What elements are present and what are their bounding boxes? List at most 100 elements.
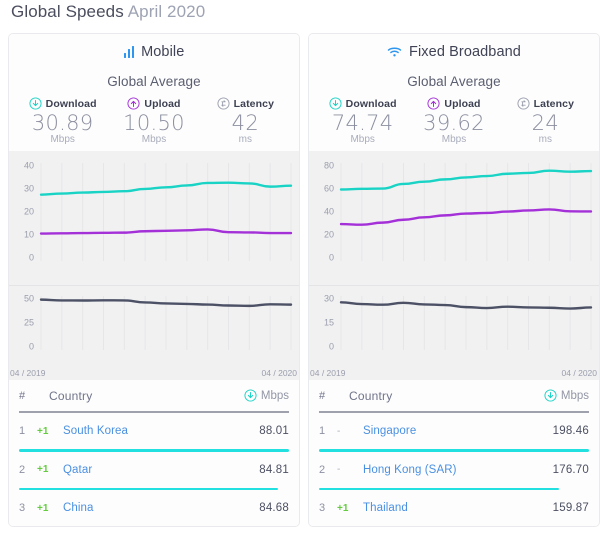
table-row[interactable]: 2-Hong Kong (SAR)176.70 [319, 452, 589, 488]
upload-circle-icon [427, 97, 440, 110]
latency-circle-icon [517, 97, 530, 110]
stat-latency: Latency24ms [500, 97, 591, 145]
row-country-link[interactable]: Qatar [63, 464, 259, 476]
row-rank: 1 [319, 425, 337, 437]
table-row[interactable]: 1-Singapore198.46 [319, 413, 589, 449]
stat-unit: Mbps [17, 134, 108, 145]
table-row[interactable]: 3+1Thailand159.87 [319, 490, 589, 526]
stat-label: Download [46, 98, 97, 110]
download-circle-icon [29, 97, 42, 110]
stat-header: Upload [108, 97, 199, 110]
row-country-link[interactable]: Singapore [363, 425, 553, 437]
upload-circle-icon [127, 97, 140, 110]
svg-text:0: 0 [329, 342, 334, 352]
speed-chart-fixed-broadband: 020406080 [309, 151, 599, 285]
row-speed-value: 159.87 [553, 502, 589, 514]
stat-unit: Mbps [108, 134, 199, 145]
svg-text:04 / 2019: 04 / 2019 [310, 368, 346, 378]
page-title-period: April 2020 [128, 2, 206, 21]
svg-text:10: 10 [24, 230, 34, 240]
row-speed-value: 84.81 [259, 464, 289, 476]
column-header-unit-label: Mbps [261, 390, 289, 402]
download-circle-icon [544, 389, 557, 402]
global-average-title: Global Average [309, 74, 599, 89]
table-header-row: #CountryMbps [319, 380, 589, 413]
row-rank: 2 [319, 464, 337, 476]
stat-value: 42 [200, 111, 291, 135]
panel-mobile: MobileGlobal AverageDownload30.89MbpsUpl… [8, 33, 300, 527]
column-header-unit[interactable]: Mbps [244, 389, 289, 402]
panel-label: Mobile [141, 44, 184, 60]
stat-label: Upload [444, 98, 480, 110]
speed-chart-svg: 020406080 [309, 151, 599, 285]
stat-unit: Mbps [408, 134, 499, 145]
svg-text:30: 30 [24, 184, 34, 194]
stat-header: Download [17, 97, 108, 110]
download-circle-icon [244, 389, 257, 402]
table-header-row: #CountryMbps [19, 380, 289, 413]
stats-row: Download30.89MbpsUpload10.50MbpsLatency4… [9, 97, 299, 151]
stat-unit: ms [200, 134, 291, 145]
row-rank-change: - [337, 426, 363, 437]
stat-download: Download30.89Mbps [17, 97, 108, 145]
row-country-link[interactable]: Thailand [363, 502, 553, 514]
latency-chart-fixed-broadband: 0153004 / 201904 / 2020 [309, 285, 599, 380]
stat-value: 39.62 [408, 111, 499, 135]
row-speed-value: 198.46 [553, 425, 589, 437]
stat-label: Latency [534, 98, 574, 110]
row-country-link[interactable]: South Korea [63, 425, 259, 437]
row-speed-value: 84.68 [259, 502, 289, 514]
row-rank-change: +1 [337, 503, 363, 514]
page-title-main: Global Speeds [11, 2, 124, 21]
row-rank: 3 [319, 502, 337, 514]
panel-fixed-broadband: Fixed BroadbandGlobal AverageDownload74.… [308, 33, 600, 527]
stat-header: Upload [408, 97, 499, 110]
svg-text:04 / 2019: 04 / 2019 [10, 368, 46, 378]
row-country-link[interactable]: Hong Kong (SAR) [363, 464, 553, 476]
bar-chart-icon [124, 46, 135, 58]
ranking-table-mobile: #CountryMbps1+1South Korea88.012+1Qatar8… [9, 380, 299, 526]
stat-latency: Latency42ms [200, 97, 291, 145]
row-rank: 2 [19, 464, 37, 476]
panel-header-mobile: Mobile [9, 34, 299, 69]
page-title: Global Speeds April 2020 [11, 2, 205, 22]
column-header-country[interactable]: Country [349, 389, 544, 403]
row-rank-change: +1 [37, 503, 63, 514]
svg-text:04 / 2020: 04 / 2020 [262, 368, 298, 378]
row-speed-value: 88.01 [259, 425, 289, 437]
stat-label: Upload [144, 98, 180, 110]
global-speeds-page: Global Speeds April 2020 Mobile Global Av… [0, 0, 600, 545]
stat-value: 10.50 [108, 111, 199, 135]
svg-text:30: 30 [324, 294, 334, 304]
panel-header-fixed-broadband: Fixed Broadband [309, 34, 599, 69]
svg-text:15: 15 [324, 318, 334, 328]
latency-circle-icon [217, 97, 230, 110]
row-rank-change: +1 [37, 426, 63, 437]
row-speed-value: 176.70 [553, 464, 589, 476]
download-circle-icon [329, 97, 342, 110]
table-row[interactable]: 1+1South Korea88.01 [19, 413, 289, 449]
column-header-unit[interactable]: Mbps [544, 389, 589, 402]
stat-unit: Mbps [317, 134, 408, 145]
svg-text:20: 20 [24, 207, 34, 217]
svg-text:40: 40 [324, 207, 334, 217]
panels-container: Mobile Global Average Download30.89Mbps Upl… [0, 33, 600, 527]
svg-text:0: 0 [29, 253, 34, 263]
wifi-icon [387, 46, 402, 58]
latency-chart-svg: 0255004 / 201904 / 2020 [9, 286, 299, 380]
svg-text:0: 0 [29, 342, 34, 352]
stat-label: Download [346, 98, 397, 110]
table-row[interactable]: 2+1Qatar84.81 [19, 452, 289, 488]
svg-text:40: 40 [24, 161, 34, 171]
svg-text:60: 60 [324, 184, 334, 194]
column-header-country[interactable]: Country [49, 389, 244, 403]
speed-chart-svg: 0 10 20 30 40 [9, 151, 299, 285]
row-rank: 1 [19, 425, 37, 437]
table-row[interactable]: 3+1China84.68 [19, 490, 289, 526]
row-rank-change: +1 [37, 464, 63, 475]
svg-text:50: 50 [24, 294, 34, 304]
latency-chart-mobile: 0255004 / 201904 / 2020 [9, 285, 299, 380]
svg-text:20: 20 [324, 230, 334, 240]
row-country-link[interactable]: China [63, 502, 259, 514]
stat-header: Download [317, 97, 408, 110]
